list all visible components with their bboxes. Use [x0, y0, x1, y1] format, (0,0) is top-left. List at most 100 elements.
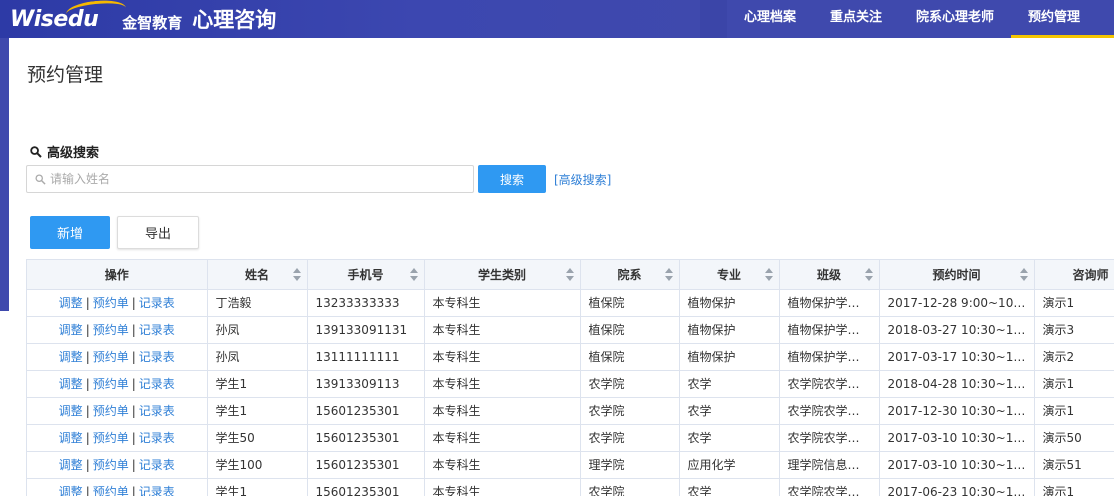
action-separator: | — [131, 458, 136, 472]
col-header-class[interactable]: 班级 — [779, 260, 880, 290]
table-row[interactable]: 调整 | 预约单 | 记录表 学生50 15601235301 本专科生 农学院 农学 农学院农学班… — [27, 424, 1114, 452]
appointment-form-link[interactable]: 预约单 — [93, 350, 129, 364]
cell-name: 学生1 — [207, 478, 308, 496]
brand[interactable]: Wisedu 金智教育 心理咨询 — [10, 0, 276, 34]
adjust-link[interactable]: 调整 — [59, 323, 83, 337]
action-separator: | — [131, 350, 136, 364]
col-header-label: 专业 — [716, 267, 741, 282]
sort-icon[interactable] — [1019, 268, 1028, 281]
col-header-name[interactable]: 姓名 — [207, 260, 308, 290]
sort-icon[interactable] — [764, 268, 773, 281]
col-header-student-type[interactable]: 学生类别 — [424, 260, 581, 290]
appointment-form-link[interactable]: 预约单 — [93, 404, 129, 418]
table-row[interactable]: 调整 | 预约单 | 记录表 学生100 15601235301 本专科生 理学院 应用化学 理学院… — [27, 451, 1114, 479]
adjust-link[interactable]: 调整 — [59, 431, 83, 445]
cell-counselor: 演示51 — [1034, 451, 1114, 479]
page-title: 预约管理 — [27, 64, 104, 86]
wisedu-logo: Wisedu — [10, 0, 127, 32]
table-row[interactable]: 调整 | 预约单 | 记录表 孙凤 139133091131 本专科生 植保院 植物保护 植物保护学… — [27, 316, 1114, 344]
cell-student-type: 本专科生 — [424, 397, 581, 425]
record-sheet-link[interactable]: 记录表 — [139, 485, 175, 496]
sort-icon[interactable] — [565, 268, 574, 281]
table-row[interactable]: 调整 | 预约单 | 记录表 孙凤 13111111111 本专科生 植保院 植物保护 植物保护学院… — [27, 343, 1114, 371]
table-row[interactable]: 调整 | 预约单 | 记录表 学生1 13913309113 本专科生 农学院 农学 农学院农学班.… — [27, 370, 1114, 398]
search-icon — [30, 145, 42, 158]
adjust-link[interactable]: 调整 — [59, 485, 83, 496]
cell-actions: 调整 | 预约单 | 记录表 — [27, 451, 208, 479]
cell-major: 应用化学 — [679, 451, 780, 479]
nav-item-psych-records[interactable]: 心理档案 — [726, 0, 813, 38]
cell-phone: 15601235301 — [307, 397, 425, 425]
adjust-link[interactable]: 调整 — [59, 458, 83, 472]
cell-actions: 调整 | 预约单 | 记录表 — [27, 316, 208, 344]
adjust-link[interactable]: 调整 — [59, 296, 83, 310]
record-sheet-link[interactable]: 记录表 — [139, 323, 175, 337]
cell-class: 农学院农学班... — [779, 478, 880, 496]
cell-college: 植保院 — [580, 343, 680, 371]
record-sheet-link[interactable]: 记录表 — [139, 458, 175, 472]
cell-college: 农学院 — [580, 478, 680, 496]
cell-phone: 13913309113 — [307, 370, 425, 398]
action-separator: | — [85, 431, 90, 445]
cell-class: 植物保护学院... — [779, 343, 880, 371]
table-body: 调整 | 预约单 | 记录表 丁浩毅 13233333333 本专科生 植保院 植物保护 植物保护学… — [27, 289, 1114, 496]
col-header-appointment-time[interactable]: 预约时间 — [879, 260, 1035, 290]
action-separator: | — [85, 485, 90, 496]
sort-icon[interactable] — [292, 268, 301, 281]
record-sheet-link[interactable]: 记录表 — [139, 296, 175, 310]
table-header-row: 操作 姓名 手机号 学生类别 院系 专业 班级 预约时间 咨询师 — [27, 260, 1114, 290]
col-header-major[interactable]: 专业 — [679, 260, 780, 290]
appointment-form-link[interactable]: 预约单 — [93, 323, 129, 337]
cell-appointment-time: 2017-06-23 10:30~12:... — [879, 478, 1035, 496]
table-row[interactable]: 调整 | 预约单 | 记录表 学生1 15601235301 本专科生 农学院 农学 农学院农学班.… — [27, 397, 1114, 425]
record-sheet-link[interactable]: 记录表 — [139, 404, 175, 418]
col-header-phone[interactable]: 手机号 — [307, 260, 425, 290]
name-search-input[interactable] — [50, 172, 450, 186]
table-row[interactable]: 调整 | 预约单 | 记录表 丁浩毅 13233333333 本专科生 植保院 植物保护 植物保护学… — [27, 289, 1114, 317]
adjust-link[interactable]: 调整 — [59, 350, 83, 364]
sort-icon[interactable] — [664, 268, 673, 281]
adjust-link[interactable]: 调整 — [59, 404, 83, 418]
search-field-wrapper — [26, 165, 474, 193]
cell-phone: 13111111111 — [307, 343, 425, 371]
col-header-label: 学生类别 — [477, 267, 526, 282]
cell-student-type: 本专科生 — [424, 289, 581, 317]
appointment-form-link[interactable]: 预约单 — [93, 296, 129, 310]
sort-icon[interactable] — [409, 268, 418, 281]
add-button[interactable]: 新增 — [30, 216, 110, 249]
table-row[interactable]: 调整 | 预约单 | 记录表 学生1 15601235301 本专科生 农学院 农学 农学院农学班.… — [27, 478, 1114, 496]
nav-item-dept-teachers[interactable]: 院系心理老师 — [898, 0, 1011, 38]
cell-counselor: 演示50 — [1034, 424, 1114, 452]
export-button[interactable]: 导出 — [117, 216, 199, 249]
record-sheet-link[interactable]: 记录表 — [139, 431, 175, 445]
record-sheet-link[interactable]: 记录表 — [139, 377, 175, 391]
cell-name: 学生50 — [207, 424, 308, 452]
nav-item-key-attention[interactable]: 重点关注 — [812, 0, 899, 38]
cell-actions: 调整 | 预约单 | 记录表 — [27, 478, 208, 496]
action-separator: | — [85, 296, 90, 310]
advanced-search-link[interactable]: [高级搜索] — [554, 171, 611, 188]
appointment-form-link[interactable]: 预约单 — [93, 377, 129, 391]
appointment-form-link[interactable]: 预约单 — [93, 431, 129, 445]
cell-college: 理学院 — [580, 451, 680, 479]
logo-arc-icon — [65, 0, 127, 24]
sort-icon[interactable] — [864, 268, 873, 281]
nav-item-appointment-mgmt[interactable]: 预约管理 — [1010, 0, 1114, 38]
col-header-college[interactable]: 院系 — [580, 260, 680, 290]
appointment-form-link[interactable]: 预约单 — [93, 485, 129, 496]
record-sheet-link[interactable]: 记录表 — [139, 350, 175, 364]
cell-appointment-time: 2017-12-28 9:00~10:30 — [879, 289, 1035, 317]
cell-name: 丁浩毅 — [207, 289, 308, 317]
col-header-counselor[interactable]: 咨询师 — [1034, 260, 1114, 290]
col-header-label: 院系 — [617, 267, 642, 282]
search-button[interactable]: 搜索 — [478, 165, 546, 193]
appointment-form-link[interactable]: 预约单 — [93, 458, 129, 472]
top-nav: 心理档案 重点关注 院系心理老师 预约管理 — [726, 0, 1114, 38]
cell-major: 植物保护 — [679, 343, 780, 371]
cell-actions: 调整 | 预约单 | 记录表 — [27, 370, 208, 398]
cell-counselor: 演示1 — [1034, 289, 1114, 317]
cell-counselor: 演示1 — [1034, 397, 1114, 425]
cell-major: 农学 — [679, 397, 780, 425]
adjust-link[interactable]: 调整 — [59, 377, 83, 391]
cell-major: 农学 — [679, 424, 780, 452]
